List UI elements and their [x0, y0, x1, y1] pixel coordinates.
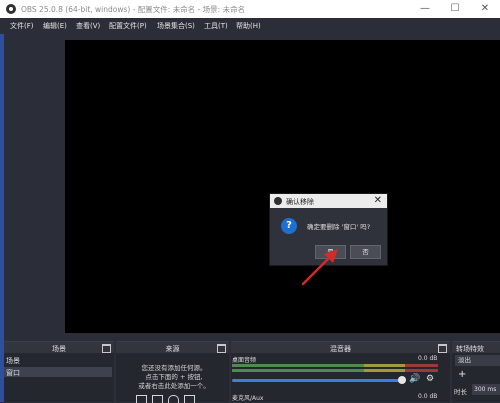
speaker-icon[interactable]: 🔊	[409, 374, 420, 384]
menu-profile[interactable]: 配置文件(P)	[109, 21, 147, 31]
undock-icon[interactable]	[217, 344, 226, 353]
preview-canvas[interactable]	[65, 40, 500, 333]
sources-empty-hint: 您还没有添加任何源。 点击下面的 + 按钮, 或者右击此处添加一个。	[118, 364, 230, 391]
scene-item[interactable]: 场景	[6, 356, 20, 366]
mixer-channel-name: 桌面音频	[232, 357, 257, 364]
dialog-message: 确定要删除 '窗口' 吗?	[307, 223, 371, 231]
duration-input[interactable]: 300 ms	[472, 384, 500, 395]
scene-selection-highlight	[4, 367, 112, 377]
close-window-icon[interactable]: ✕	[470, 1, 500, 17]
audio-meter	[232, 369, 438, 372]
menu-edit[interactable]: 编辑(E)	[43, 21, 67, 31]
confirm-remove-dialog: 确认移除 ✕ ? 确定要删除 '窗口' 吗? 是 否	[269, 193, 388, 266]
mixer-channel-level: 0.0 dB	[418, 393, 438, 400]
dialog-close-icon[interactable]: ✕	[374, 195, 382, 207]
no-button[interactable]: 否	[350, 245, 381, 259]
minimize-icon[interactable]: —	[410, 1, 440, 17]
undock-icon[interactable]	[438, 344, 447, 353]
gear-icon[interactable]: ⚙	[426, 374, 434, 384]
hint-line: 点击下面的 + 按钮,	[145, 373, 203, 381]
volume-slider[interactable]	[232, 379, 402, 382]
undock-icon[interactable]	[102, 344, 111, 353]
scene-item[interactable]: 窗口	[6, 368, 20, 378]
mixer-channel-name: 麦克风/Aux	[232, 395, 264, 402]
menu-view[interactable]: 查看(V)	[76, 21, 100, 31]
obs-logo-icon	[6, 4, 16, 14]
yes-button[interactable]: 是	[315, 245, 346, 259]
menu-scene-collection[interactable]: 场景集合(S)	[157, 21, 195, 31]
dialog-title-bar: 确认移除 ✕	[270, 194, 387, 208]
volume-slider-handle[interactable]	[398, 376, 406, 384]
title-bar: OBS 25.0.8 (64-bit, windows) - 配置文件: 未命名…	[0, 0, 500, 18]
question-icon: ?	[281, 218, 297, 234]
duration-label: 时长	[454, 388, 467, 396]
maximize-icon[interactable]: ☐	[440, 1, 470, 17]
mixer-channel-level: 0.0 dB	[418, 355, 438, 362]
transition-select[interactable]: 淡出	[455, 355, 500, 366]
menu-tools[interactable]: 工具(T)	[204, 21, 228, 31]
menu-file[interactable]: 文件(F)	[10, 21, 34, 31]
dialog-title: 确认移除	[286, 198, 314, 206]
add-transition-icon[interactable]: +	[458, 369, 466, 380]
scenes-list	[4, 353, 114, 402]
window-title: OBS 25.0.8 (64-bit, windows) - 配置文件: 未命名…	[21, 5, 246, 14]
menu-help[interactable]: 帮助(H)	[236, 21, 261, 31]
hint-line: 或者右击此处添加一个。	[138, 382, 210, 390]
menu-bar: 文件(F) 编辑(E) 查看(V) 配置文件(P) 场景集合(S) 工具(T) …	[0, 18, 500, 34]
hint-line: 您还没有添加任何源。	[141, 364, 207, 372]
obs-logo-icon	[274, 197, 282, 205]
audio-meter	[232, 364, 438, 367]
